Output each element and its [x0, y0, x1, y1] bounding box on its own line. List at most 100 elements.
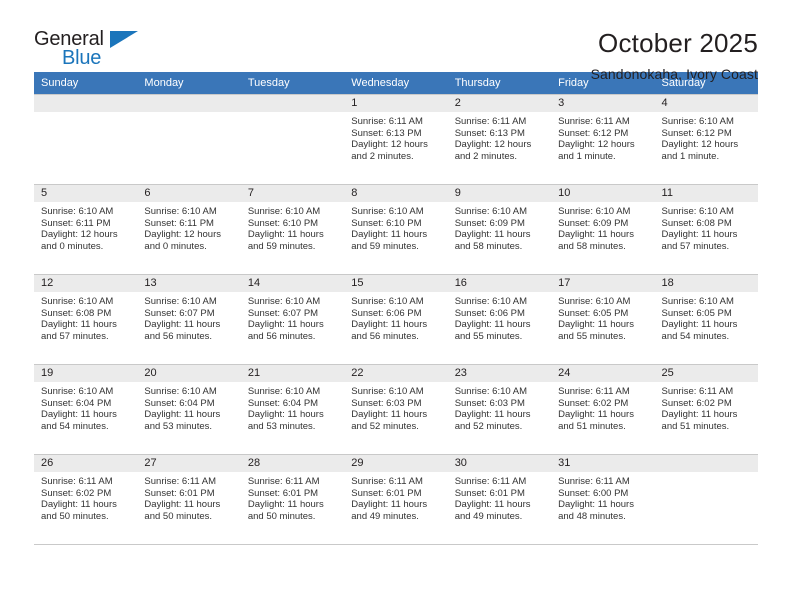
day-number: 30: [447, 455, 552, 472]
daylight-text-line1: Daylight: 11 hours: [144, 319, 221, 331]
calendar-day-cell[interactable]: 9 Sunrise: 6:10 AM Sunset: 6:09 PM Daylight…: [447, 184, 552, 275]
day-number: 17: [551, 275, 655, 292]
calendar-day-cell[interactable]: 16 Sunrise: 6:10 AM Sunset: 6:06 PM Dayligh…: [447, 274, 552, 365]
daylight-text-line1: Daylight: 11 hours: [41, 409, 117, 421]
weekday-header-sunday: Sunday: [34, 72, 138, 95]
calendar-day-cell[interactable]: 13 Sunrise: 6:10 AM Sunset: 6:07 PM Dayligh…: [137, 274, 241, 365]
calendar-day-cell[interactable]: 23 Sunrise: 6:10 AM Sunset: 6:03 PM Dayligh…: [447, 364, 552, 455]
calendar-day-cell[interactable]: 21 Sunrise: 6:10 AM Sunset: 6:04 PM Dayligh…: [240, 364, 345, 455]
calendar-day-cell[interactable]: 19 Sunrise: 6:10 AM Sunset: 6:04 PM Dayligh…: [34, 364, 138, 455]
calendar-day-cell[interactable]: 7 Sunrise: 6:10 AM Sunset: 6:10 PM Daylight…: [240, 184, 345, 275]
day-details: Sunrise: 6:10 AM Sunset: 6:06 PM Daylight:…: [448, 292, 551, 342]
sunrise-text: Sunrise: 6:11 AM: [558, 476, 630, 487]
daylight-text-line2: and 49 minutes.: [454, 510, 523, 522]
day-details: Sunrise: 6:10 AM Sunset: 6:11 PM Daylight:…: [137, 202, 240, 252]
sunset-text: Sunset: 6:12 PM: [661, 127, 732, 139]
calendar-day-cell[interactable]: 2 Sunrise: 6:11 AM Sunset: 6:13 PM Daylight…: [447, 94, 552, 185]
calendar-day-cell[interactable]: 5 Sunrise: 6:10 AM Sunset: 6:11 PM Daylight…: [34, 184, 138, 275]
day-details: Sunrise: 6:10 AM Sunset: 6:03 PM Daylight:…: [448, 382, 551, 432]
sunset-text: Sunset: 6:11 PM: [144, 217, 214, 229]
calendar-day-cell[interactable]: 24 Sunrise: 6:11 AM Sunset: 6:02 PM Dayligh…: [551, 364, 655, 455]
calendar-week-row: 26 Sunrise: 6:11 AM Sunset: 6:02 PM Dayligh…: [34, 454, 758, 545]
sunrise-text: Sunrise: 6:11 AM: [247, 476, 320, 487]
day-details: Sunrise: 6:11 AM Sunset: 6:01 PM Daylight:…: [241, 472, 344, 522]
daylight-text-line1: Daylight: 11 hours: [247, 229, 324, 241]
daylight-text-line1: Daylight: 11 hours: [558, 319, 634, 331]
calendar-day-cell[interactable]: 12 Sunrise: 6:10 AM Sunset: 6:08 PM Dayligh…: [34, 274, 138, 365]
calendar-day-cell[interactable]: 22 Sunrise: 6:10 AM Sunset: 6:03 PM Dayligh…: [344, 364, 448, 455]
sunset-text: Sunset: 6:00 PM: [558, 487, 629, 499]
calendar-day-cell[interactable]: 28 Sunrise: 6:11 AM Sunset: 6:01 PM Dayligh…: [240, 454, 345, 545]
daylight-text-line1: Daylight: 11 hours: [454, 319, 531, 331]
calendar-day-cell[interactable]: 3 Sunrise: 6:11 AM Sunset: 6:12 PM Daylight…: [551, 94, 655, 185]
calendar-day-cell[interactable]: 8 Sunrise: 6:10 AM Sunset: 6:10 PM Daylight…: [344, 184, 448, 275]
day-details: Sunrise: 6:11 AM Sunset: 6:01 PM Daylight:…: [448, 472, 551, 522]
calendar-day-cell[interactable]: 25 Sunrise: 6:11 AM Sunset: 6:02 PM Dayligh…: [654, 364, 758, 455]
day-details: Sunrise: 6:10 AM Sunset: 6:04 PM Daylight:…: [241, 382, 344, 432]
day-details: Sunrise: 6:10 AM Sunset: 6:12 PM Daylight:…: [655, 112, 758, 162]
daylight-text-line2: and 2 minutes.: [351, 150, 414, 162]
daylight-text-line1: Daylight: 11 hours: [247, 319, 324, 331]
daylight-text-line2: and 1 minute.: [661, 150, 720, 162]
day-number: 23: [447, 365, 552, 382]
sunset-text: Sunset: 6:09 PM: [558, 217, 629, 229]
daylight-text-line2: and 56 minutes.: [144, 330, 213, 342]
calendar-day-cell[interactable]: 11 Sunrise: 6:10 AM Sunset: 6:08 PM Dayligh…: [654, 184, 758, 275]
day-details: Sunrise: 6:10 AM Sunset: 6:05 PM Daylight:…: [655, 292, 758, 342]
sunrise-text: Sunrise: 6:10 AM: [247, 206, 321, 217]
day-number: 1: [344, 95, 448, 112]
daylight-text-line1: Daylight: 11 hours: [351, 319, 428, 331]
sunset-text: Sunset: 6:06 PM: [351, 307, 422, 319]
daylight-text-line2: and 53 minutes.: [144, 420, 213, 432]
sunrise-text: Sunrise: 6:11 AM: [41, 476, 113, 487]
sunrise-text: Sunrise: 6:10 AM: [558, 206, 631, 217]
day-details: Sunrise: 6:11 AM Sunset: 6:13 PM Daylight:…: [448, 112, 551, 162]
daylight-text-line2: and 50 minutes.: [144, 510, 213, 522]
calendar-day-cell[interactable]: 18 Sunrise: 6:10 AM Sunset: 6:05 PM Dayligh…: [654, 274, 758, 365]
calendar-day-cell[interactable]: 20 Sunrise: 6:10 AM Sunset: 6:04 PM Dayligh…: [137, 364, 241, 455]
daylight-text-line1: Daylight: 11 hours: [558, 409, 634, 421]
calendar-day-cell[interactable]: 17 Sunrise: 6:10 AM Sunset: 6:05 PM Dayligh…: [551, 274, 655, 365]
calendar-day-cell[interactable]: 4 Sunrise: 6:10 AM Sunset: 6:12 PM Daylight…: [654, 94, 758, 185]
sunset-text: Sunset: 6:10 PM: [351, 217, 422, 229]
weekday-header-thursday: Thursday: [447, 72, 552, 95]
calendar-day-cell[interactable]: 29 Sunrise: 6:11 AM Sunset: 6:01 PM Dayligh…: [344, 454, 448, 545]
calendar-day-cell[interactable]: 31 Sunrise: 6:11 AM Sunset: 6:00 PM Dayligh…: [551, 454, 655, 545]
calendar-day-cell[interactable]: 15 Sunrise: 6:10 AM Sunset: 6:06 PM Dayligh…: [344, 274, 448, 365]
calendar-day-cell[interactable]: 27 Sunrise: 6:11 AM Sunset: 6:01 PM Dayligh…: [137, 454, 241, 545]
day-details: Sunrise: 6:11 AM Sunset: 6:12 PM Daylight:…: [551, 112, 654, 162]
calendar-day-cell[interactable]: 26 Sunrise: 6:11 AM Sunset: 6:02 PM Dayligh…: [34, 454, 138, 545]
calendar-day-cell[interactable]: 14 Sunrise: 6:10 AM Sunset: 6:07 PM Dayligh…: [240, 274, 345, 365]
calendar-day-cell[interactable]: 6 Sunrise: 6:10 AM Sunset: 6:11 PM Daylight…: [137, 184, 241, 275]
daylight-text-line2: and 59 minutes.: [351, 240, 419, 252]
daylight-text-line1: Daylight: 11 hours: [144, 409, 221, 421]
sunset-text: Sunset: 6:01 PM: [454, 487, 525, 499]
title-block: October 2025 Sandonokaha, Ivory Coast: [591, 28, 758, 84]
daylight-text-line2: and 53 minutes.: [247, 420, 316, 432]
day-details: Sunrise: 6:10 AM Sunset: 6:09 PM Daylight:…: [551, 202, 654, 252]
calendar-week-row: 12 Sunrise: 6:10 AM Sunset: 6:08 PM Dayligh…: [34, 274, 758, 365]
day-number: 25: [654, 365, 758, 382]
day-number: 26: [34, 455, 138, 472]
sunrise-text: Sunrise: 6:10 AM: [144, 206, 217, 217]
calendar-day-cell[interactable]: 30 Sunrise: 6:11 AM Sunset: 6:01 PM Dayligh…: [447, 454, 552, 545]
calendar-day-cell[interactable]: 1 Sunrise: 6:11 AM Sunset: 6:13 PM Daylight…: [344, 94, 448, 185]
daylight-text-line1: Daylight: 11 hours: [351, 409, 428, 421]
sunrise-text: Sunrise: 6:10 AM: [454, 386, 528, 397]
sunset-text: Sunset: 6:03 PM: [454, 397, 525, 409]
day-number: 4: [654, 95, 758, 112]
daylight-text-line2: and 51 minutes.: [558, 420, 626, 432]
general-blue-logo[interactable]: General Blue: [34, 28, 152, 74]
daylight-text-line1: Daylight: 12 hours: [41, 229, 118, 241]
day-details: Sunrise: 6:11 AM Sunset: 6:02 PM Daylight:…: [34, 472, 137, 522]
sunset-text: Sunset: 6:03 PM: [351, 397, 422, 409]
calendar-day-cell[interactable]: 10 Sunrise: 6:10 AM Sunset: 6:09 PM Dayligh…: [551, 184, 655, 275]
sunrise-text: Sunrise: 6:11 AM: [454, 476, 527, 487]
daylight-text-line2: and 56 minutes.: [351, 330, 419, 342]
daylight-text-line2: and 1 minute.: [558, 150, 616, 162]
calendar-week-row: 1 Sunrise: 6:11 AM Sunset: 6:13 PM Daylight…: [34, 94, 758, 185]
sunset-text: Sunset: 6:07 PM: [247, 307, 319, 319]
daylight-text-line1: Daylight: 12 hours: [558, 139, 635, 151]
daylight-text-line1: Daylight: 11 hours: [247, 499, 324, 511]
sunrise-sunset-calendar: Sunday Monday Tuesday Wednesday Thursday…: [34, 72, 758, 545]
